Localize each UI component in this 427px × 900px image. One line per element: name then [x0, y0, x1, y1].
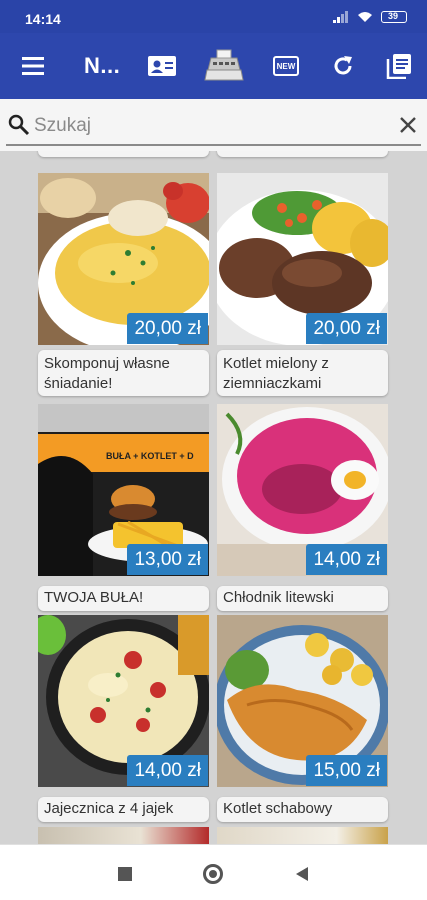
contact-card-button[interactable]	[140, 33, 184, 99]
status-time: 14:14	[25, 11, 61, 27]
copy-list-button[interactable]	[378, 33, 420, 99]
battery-icon: 39	[381, 11, 407, 23]
new-badge-label: NEW	[276, 61, 296, 71]
app-title: N...	[84, 53, 121, 78]
previous-row-card-edge	[217, 151, 388, 157]
product-name: Skomponuj własne śniadanie!	[38, 350, 209, 396]
cash-register-button[interactable]	[200, 33, 248, 99]
new-items-button[interactable]: NEW	[265, 33, 307, 99]
product-price: 20,00 zł	[306, 313, 387, 344]
menu-icon	[22, 57, 44, 75]
refresh-icon	[334, 56, 352, 75]
clear-search-button[interactable]	[395, 112, 421, 138]
app-toolbar: N... NEW	[0, 33, 427, 99]
status-bar: 14:14 39	[0, 0, 427, 33]
product-price: 14,00 zł	[306, 544, 387, 575]
product-name: Jajecznica z 4 jajek	[38, 797, 209, 822]
search-underline	[6, 144, 421, 146]
square-icon	[118, 867, 132, 881]
product-grid: 20,00 zł Skomponuj własne śniadanie! 20,…	[0, 151, 427, 844]
close-icon	[400, 117, 416, 133]
new-badge-icon: NEW	[273, 56, 299, 76]
back-button[interactable]	[287, 861, 317, 887]
product-price: 14,00 zł	[127, 755, 208, 786]
system-nav-bar	[0, 844, 427, 900]
signal-icon	[333, 11, 348, 23]
menu-button[interactable]	[12, 33, 56, 99]
search-input[interactable]	[34, 111, 374, 141]
product-photo-text: BUŁA + KOTLET + D	[106, 451, 194, 461]
circle-icon	[203, 864, 223, 884]
recent-apps-button[interactable]	[110, 861, 140, 887]
battery-level: 39	[387, 11, 398, 21]
product-name: Kotlet schabowy	[217, 797, 388, 822]
search-bar	[0, 99, 427, 151]
product-name: Chłodnik litewski	[217, 586, 388, 611]
previous-row-card-edge	[38, 151, 209, 157]
copy-list-icon	[386, 54, 411, 79]
next-row-photo-edge	[217, 827, 388, 844]
home-button[interactable]	[198, 859, 228, 889]
status-icons: 39	[333, 11, 407, 23]
product-name: TWOJA BUŁA!	[38, 586, 209, 611]
contact-card-icon	[148, 56, 176, 76]
back-triangle-icon	[296, 867, 308, 881]
product-name: Kotlet mielony z ziemniaczkami	[217, 350, 388, 396]
next-row-photo-edge	[38, 827, 209, 844]
product-price: 20,00 zł	[127, 313, 208, 344]
product-price: 13,00 zł	[127, 544, 208, 575]
wifi-icon	[358, 12, 372, 22]
product-price: 15,00 zł	[306, 755, 387, 786]
refresh-button[interactable]	[322, 33, 364, 99]
search-icon	[8, 114, 30, 136]
cash-register-icon	[204, 49, 244, 81]
